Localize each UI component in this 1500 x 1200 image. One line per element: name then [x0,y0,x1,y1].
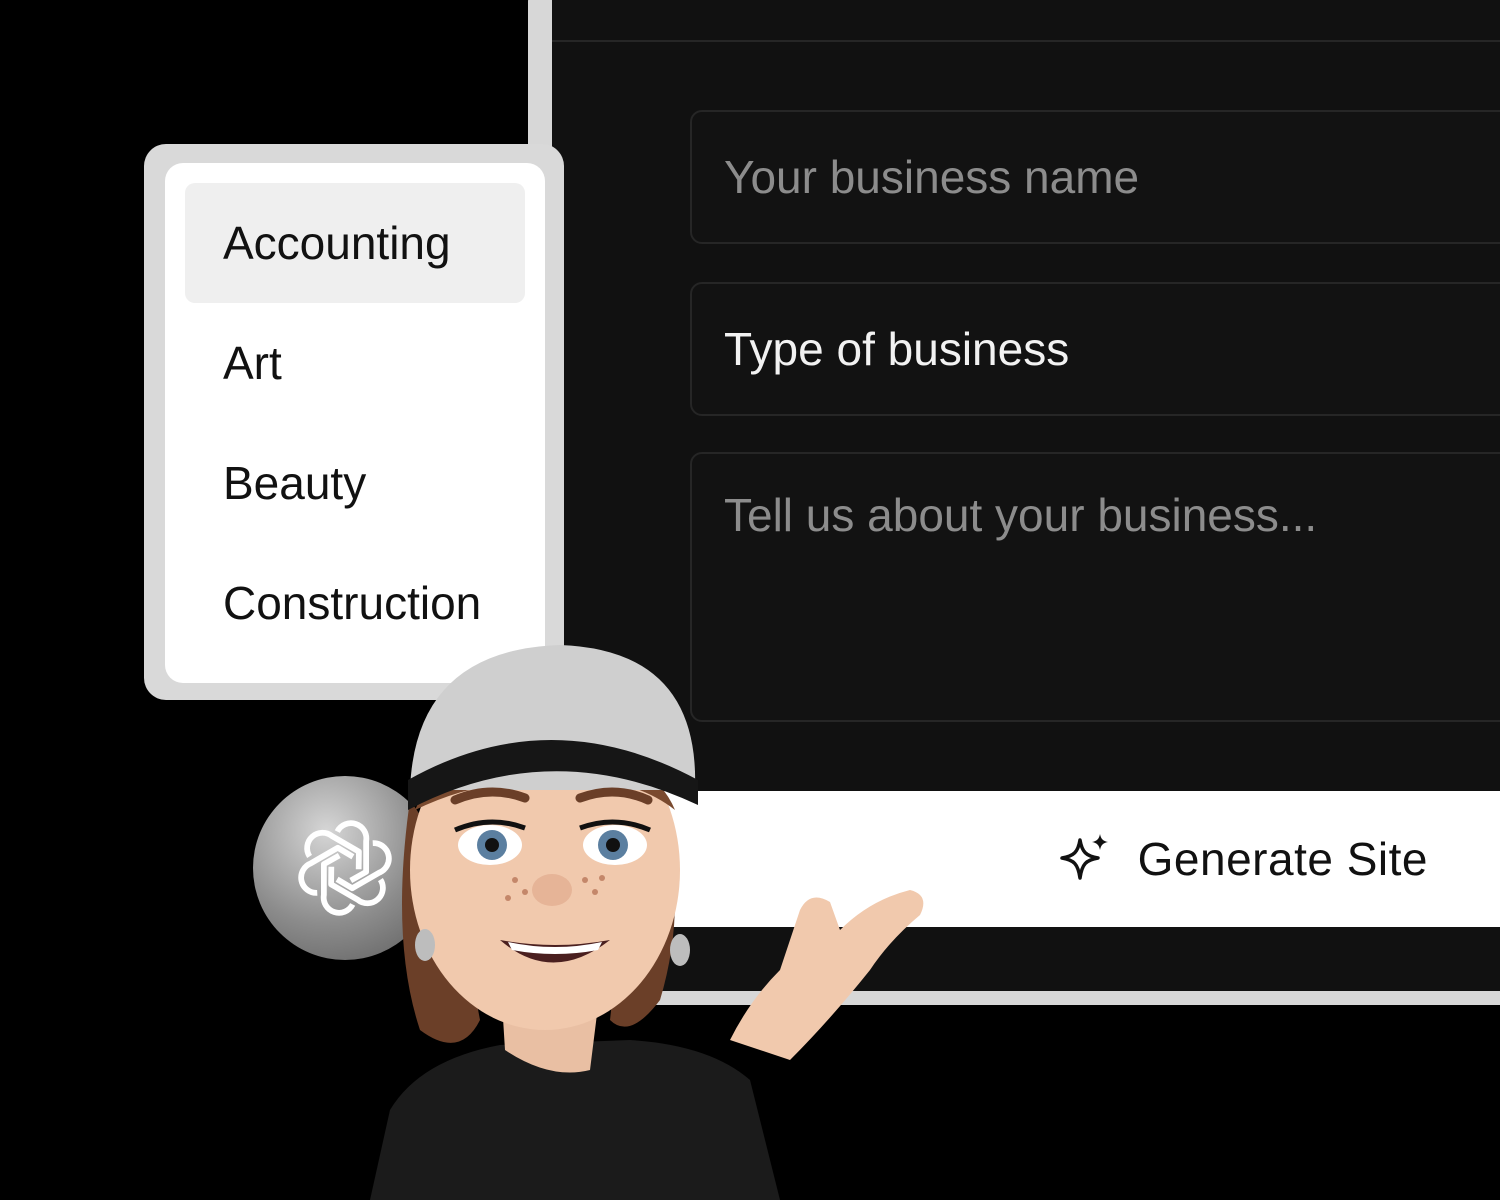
memoji-avatar-illustration [370,645,924,1200]
generate-site-label: Generate Site [1137,833,1428,885]
business-type-select[interactable]: Type of business [690,282,1500,416]
dropdown-item-accounting[interactable]: Accounting [185,183,525,303]
panel-header-bar [552,0,1500,42]
dropdown-item-label: Art [223,337,282,389]
dropdown-item-label: Construction [223,577,482,629]
dropdown-item-label: Accounting [223,217,451,269]
dropdown-item-label: Beauty [223,457,367,509]
business-name-field[interactable] [690,110,1500,244]
dropdown-item-beauty[interactable]: Beauty [185,423,525,543]
business-type-dropdown: Accounting Art Beauty Construction [165,163,545,683]
dropdown-item-art[interactable]: Art [185,303,525,423]
business-name-input[interactable] [724,112,1500,242]
business-type-value: Type of business [724,323,1070,375]
sparkle-icon [1059,834,1108,880]
